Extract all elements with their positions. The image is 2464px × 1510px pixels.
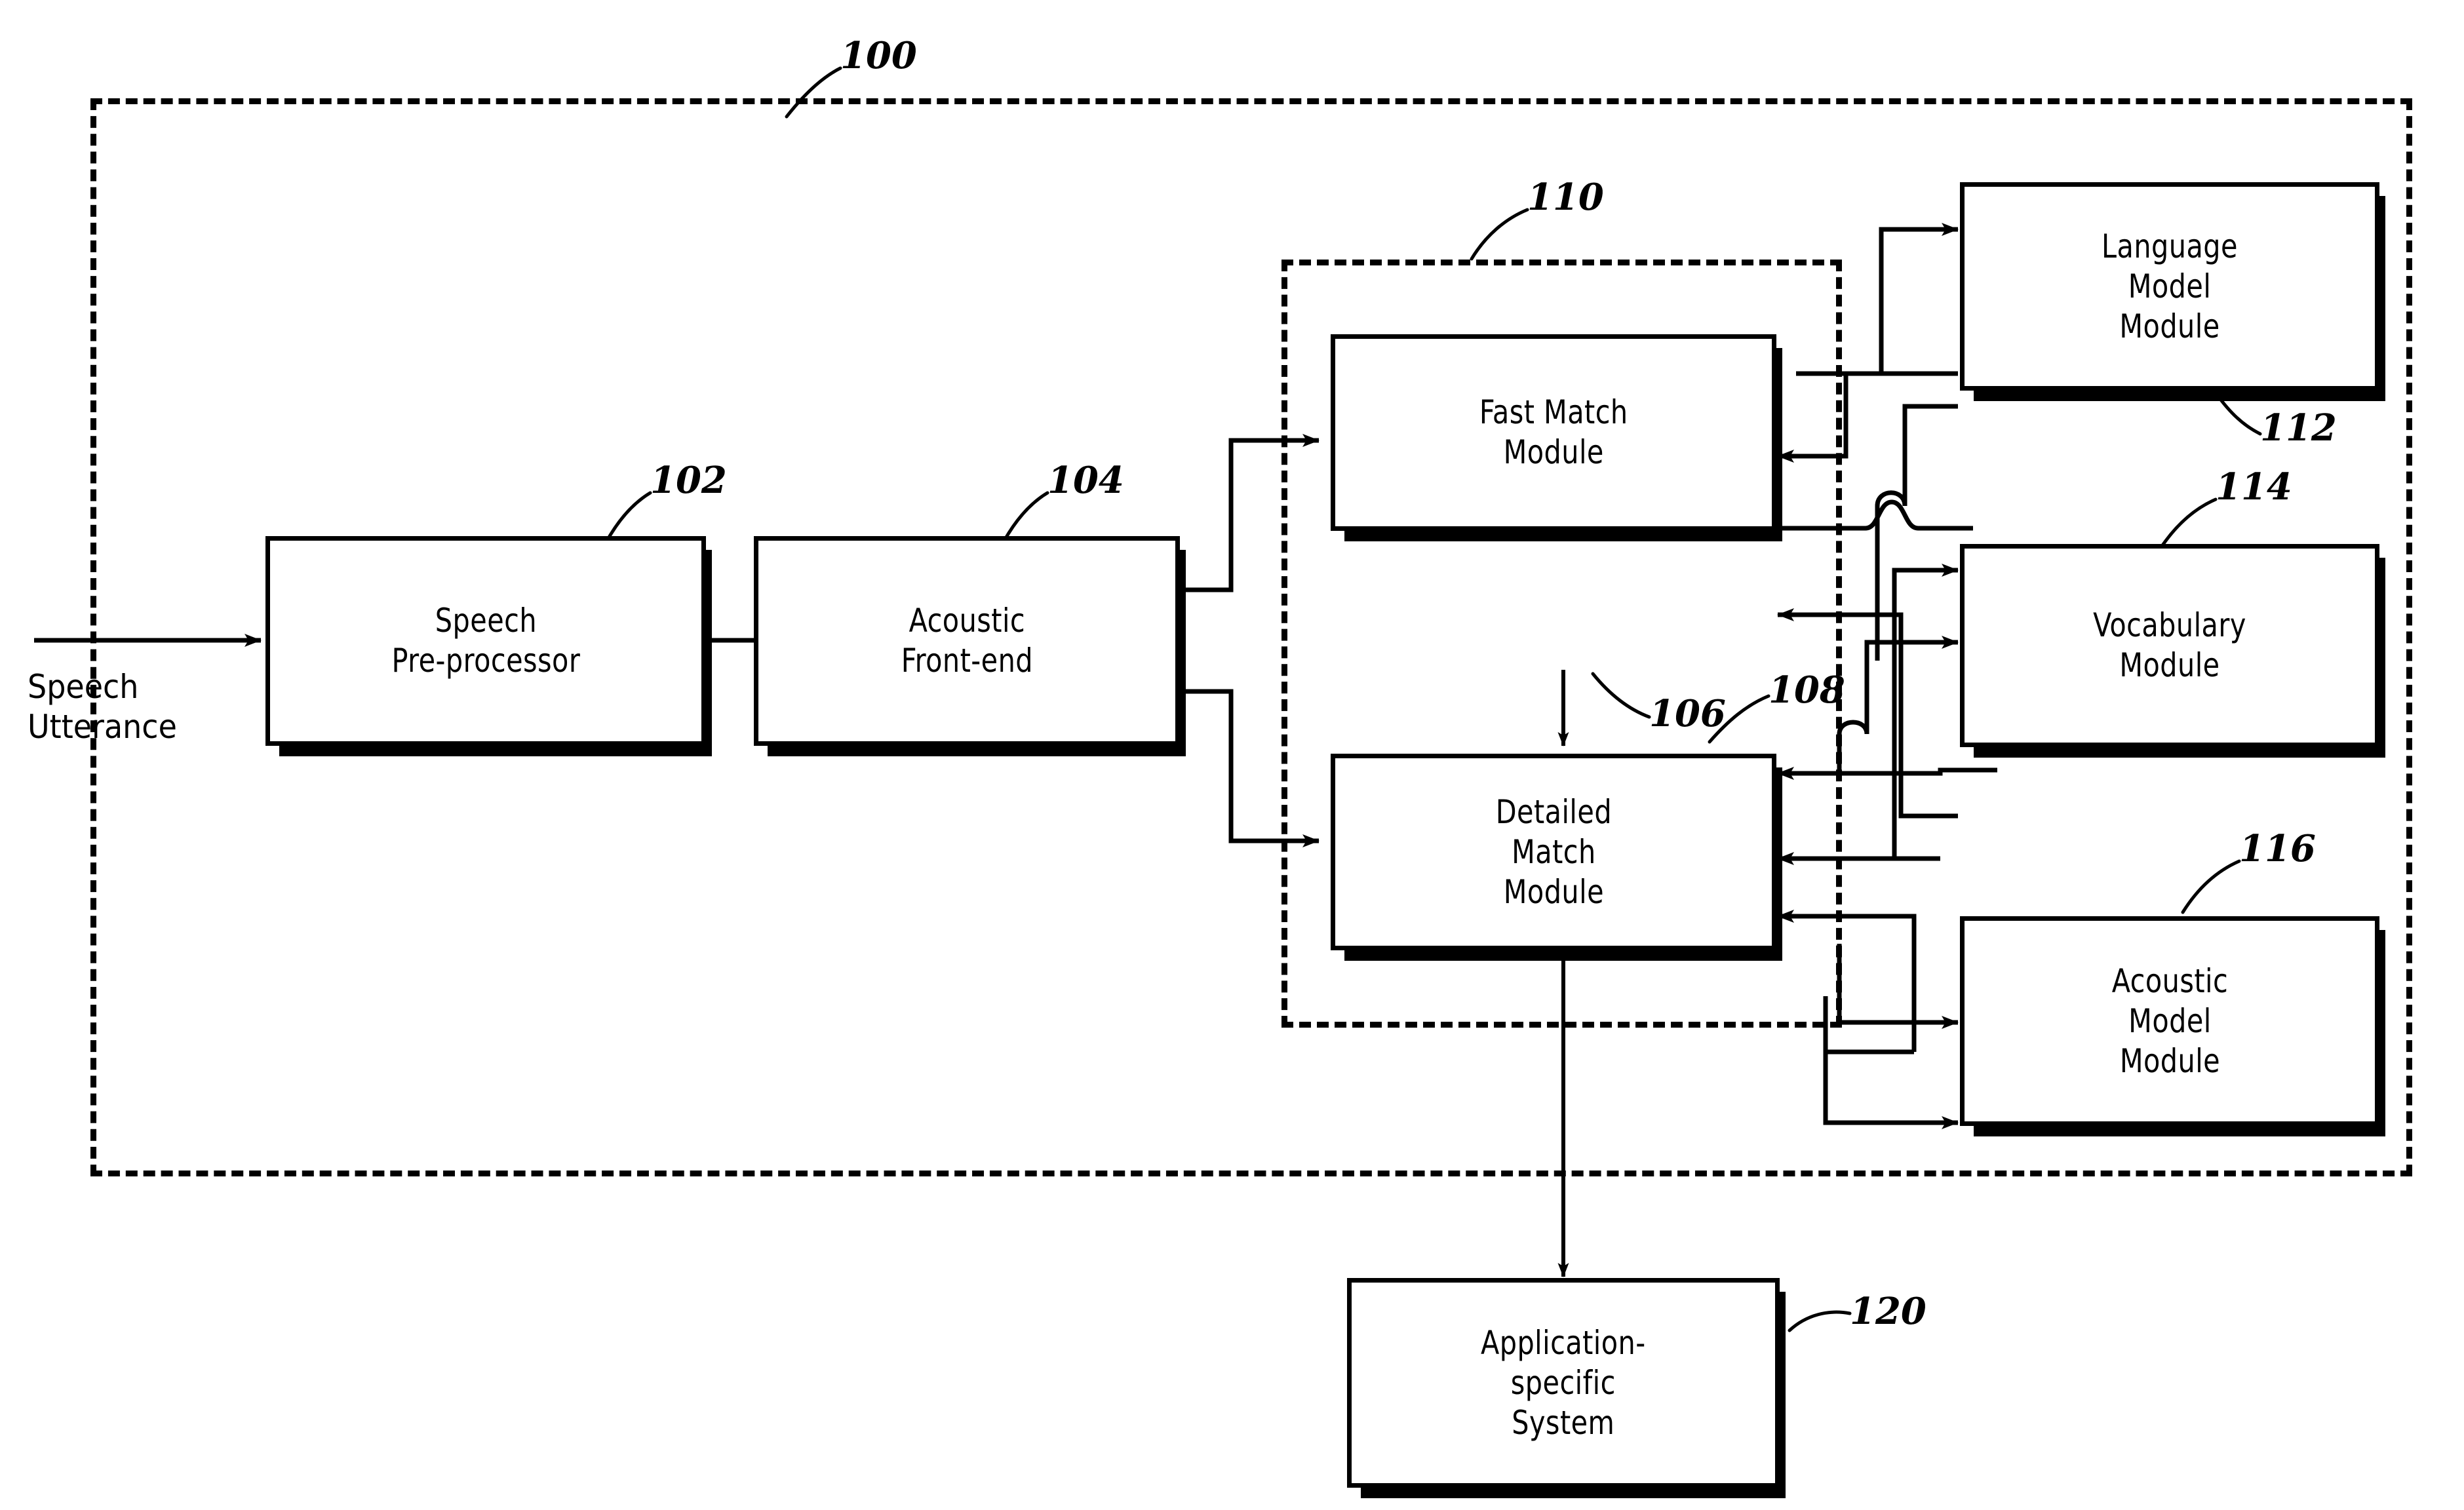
block-label-acoustic-frontend: Acoustic Front-end [901,602,1033,680]
block-application-system[interactable]: Application- specific System [1347,1278,1786,1498]
ref-numeral-100: 100 [840,34,917,77]
block-vocabulary[interactable]: Vocabulary Module [1960,544,2385,758]
block-label-detailed-match: Detailed Match Module [1495,792,1612,911]
ref-numeral-114: 114 [2216,465,2292,509]
ref-numeral-112: 112 [2260,406,2337,450]
block-label-speech-preprocessor: Speech Pre-processor [391,602,580,680]
block-label-vocabulary: Vocabulary Module [2093,606,2246,684]
block-acoustic-frontend[interactable]: Acoustic Front-end [754,536,1186,756]
leader-120 [1788,1310,1852,1332]
block-label-language-model: Language Model Module [2102,227,2238,345]
patent-figure: Speech Pre-processor Acoustic Front-end … [0,0,2464,1510]
block-language-model[interactable]: Language Model Module [1960,182,2385,401]
ref-numeral-102: 102 [650,459,727,502]
ref-numeral-116: 116 [2239,827,2316,870]
ref-numeral-106: 106 [1649,692,1726,735]
block-fast-match[interactable]: Fast Match Module [1331,334,1782,541]
ref-numeral-110: 110 [1527,176,1604,219]
block-speech-preprocessor[interactable]: Speech Pre-processor [265,536,712,756]
block-detailed-match[interactable]: Detailed Match Module [1331,754,1782,961]
block-label-application-system: Application- specific System [1481,1323,1646,1442]
ref-numeral-104: 104 [1047,459,1124,502]
block-acoustic-model[interactable]: Acoustic Model Module [1960,916,2385,1136]
ref-numeral-120: 120 [1850,1290,1926,1333]
speech-utterance-label: Speech Utterance [28,668,177,746]
block-label-fast-match: Fast Match Module [1479,393,1628,471]
ref-numeral-108: 108 [1769,668,1845,712]
block-label-acoustic-model: Acoustic Model Module [2111,961,2228,1080]
